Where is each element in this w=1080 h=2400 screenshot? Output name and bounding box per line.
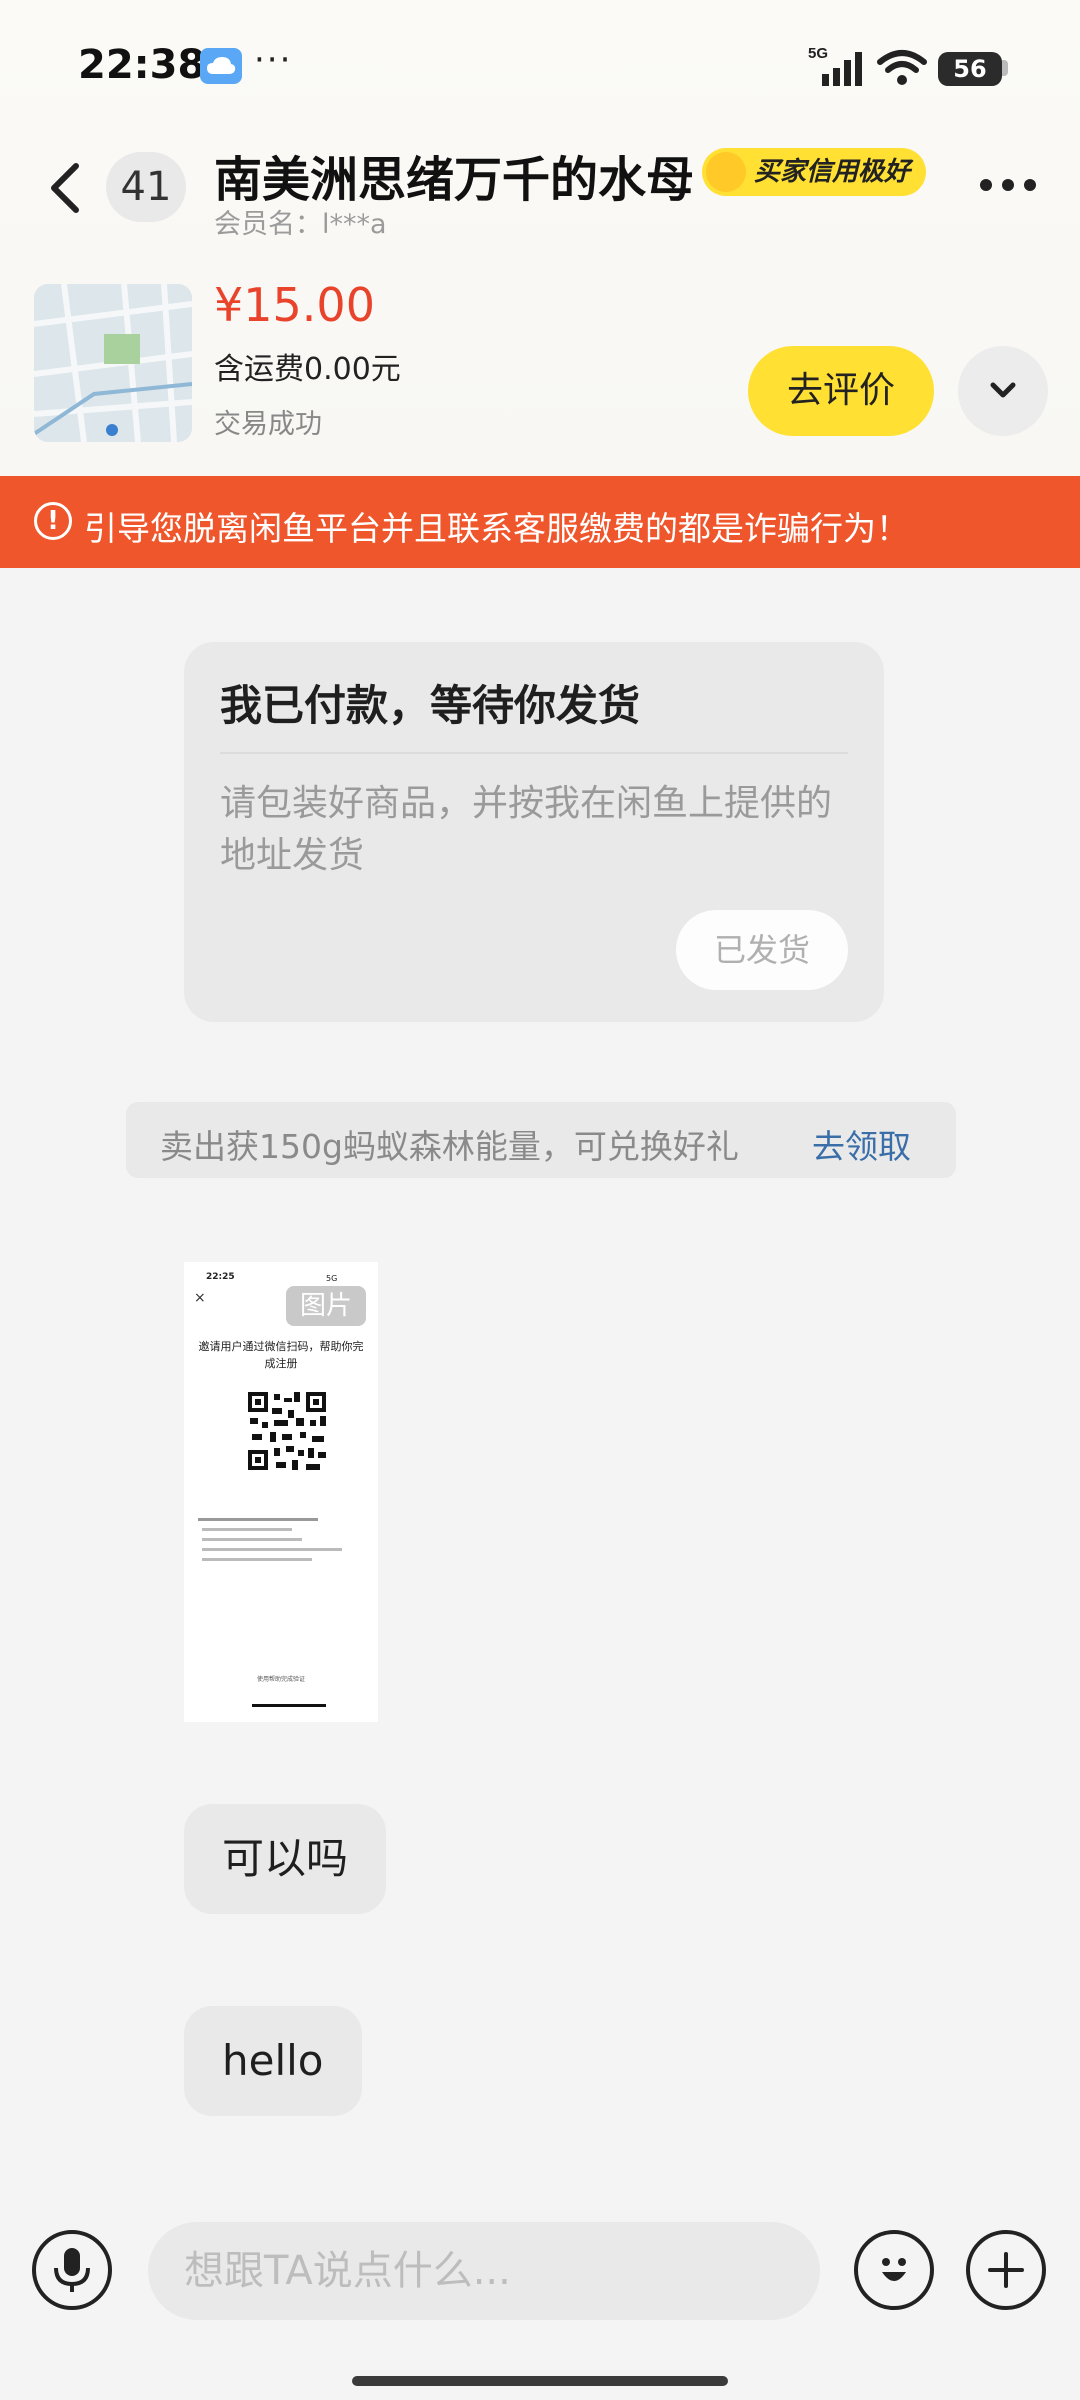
emoji-button[interactable]	[854, 2230, 934, 2310]
plus-icon	[988, 2252, 1024, 2288]
warning-banner: ! 引导您脱离闲鱼平台并且联系客服缴费的都是诈骗行为！	[0, 476, 1080, 568]
signal-icon: 5G	[808, 44, 872, 94]
microphone-icon	[54, 2248, 90, 2292]
review-button[interactable]: 去评价	[748, 346, 934, 436]
image-inner-home-indicator	[252, 1704, 326, 1707]
chat-title[interactable]: 南美洲思绪万千的水母	[214, 140, 694, 210]
promo-claim-link[interactable]: 去领取	[812, 1120, 911, 1168]
warning-icon: !	[34, 502, 72, 540]
shipping-fee: 含运费0.00元	[214, 352, 401, 387]
credit-badge-label: 买家信用极好	[754, 157, 911, 187]
chevron-left-icon	[51, 163, 79, 213]
status-time: 22:38	[78, 42, 206, 88]
promo-text: 卖出获150g蚂蚁森林能量，可兑换好礼	[160, 1127, 739, 1166]
order-card-title: 我已付款，等待你发货	[220, 681, 641, 730]
product-thumbnail[interactable]	[34, 284, 192, 442]
shipped-button[interactable]: 已发货	[676, 910, 848, 990]
promo-bar: 卖出获150g蚂蚁森林能量，可兑换好礼 去领取	[126, 1102, 956, 1178]
member-name: 会员名：l***a	[214, 209, 387, 240]
expand-button[interactable]	[958, 346, 1048, 436]
message-bubble[interactable]: hello	[184, 2006, 362, 2116]
more-dots-icon	[980, 179, 1036, 191]
chevron-down-icon	[990, 382, 1016, 398]
image-message[interactable]: 22:25 5G × 图片 邀请用户通过微信扫码，帮助你完成注册 使用帮助完成验…	[184, 1262, 378, 1722]
more-actions-button[interactable]	[966, 2230, 1046, 2310]
image-inner-time: 22:25	[206, 1272, 235, 1282]
order-status: 交易成功	[214, 409, 322, 440]
input-bar	[0, 2200, 1080, 2400]
image-inner-heading: 邀请用户通过微信扫码，帮助你完成注册	[198, 1340, 364, 1370]
qr-code-icon	[246, 1390, 328, 1472]
image-inner-footer: 使用帮助完成验证	[256, 1676, 305, 1683]
unread-count-badge[interactable]: 41	[106, 152, 186, 222]
wifi-icon	[876, 48, 928, 92]
back-button[interactable]	[40, 152, 96, 222]
order-message-card: 我已付款，等待你发货 请包装好商品，并按我在闲鱼上提供的地址发货 已发货	[184, 642, 884, 1022]
divider	[220, 752, 848, 754]
battery-tip	[1002, 60, 1008, 76]
svg-text:5G: 5G	[808, 45, 828, 62]
image-type-badge: 图片	[286, 1286, 366, 1326]
image-inner-status: 5G	[326, 1274, 338, 1283]
cloud-icon	[200, 48, 242, 84]
message-bubble[interactable]: 可以吗	[184, 1804, 387, 1914]
smiley-icon	[882, 2258, 906, 2281]
voice-button[interactable]	[32, 2230, 112, 2310]
status-more-icon: ···	[254, 40, 293, 80]
battery-icon: 56	[938, 52, 1002, 86]
image-inner-list	[198, 1516, 368, 1581]
more-button[interactable]	[976, 170, 1040, 200]
order-card-description: 请包装好商品，并按我在闲鱼上提供的地址发货	[220, 783, 833, 876]
home-indicator[interactable]	[352, 2376, 728, 2386]
image-inner-close-icon: ×	[194, 1290, 206, 1306]
product-price: ¥15.00	[214, 278, 375, 332]
cool-face-icon	[706, 152, 746, 192]
warning-text: 引导您脱离闲鱼平台并且联系客服缴费的都是诈骗行为！	[84, 509, 909, 548]
message-input[interactable]	[148, 2222, 820, 2320]
status-bar: 22:38 ··· 5G 56	[0, 0, 1080, 140]
credit-badge: 买家信用极好	[702, 148, 927, 196]
